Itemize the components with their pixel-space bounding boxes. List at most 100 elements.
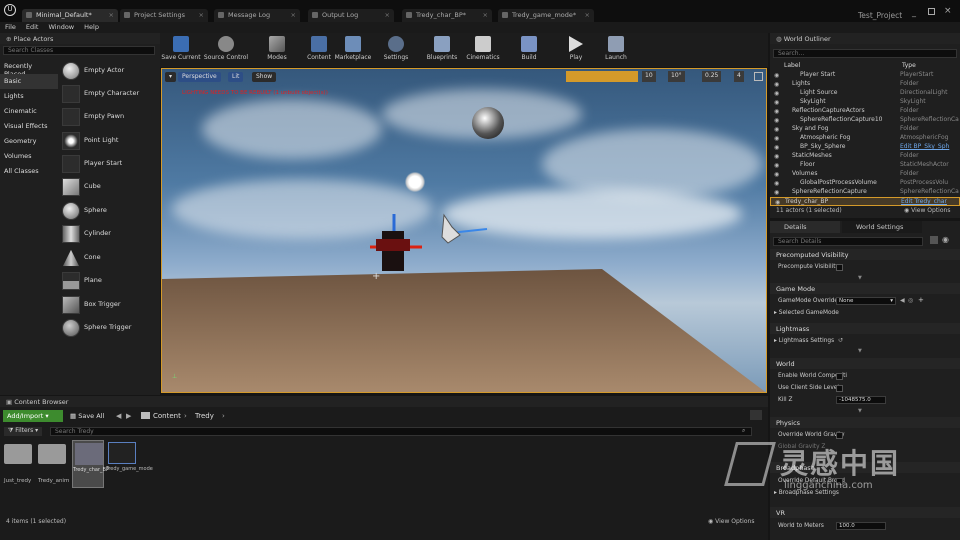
view-options-button[interactable]: ◉ View Options [904,207,950,214]
reset-icon[interactable]: ↺ [838,337,843,344]
category-geometry[interactable]: Geometry [0,134,58,149]
visibility-eye-icon[interactable]: ◉ [774,162,779,169]
tab-project-settings[interactable]: Project Settings × [120,9,208,22]
view-options-button[interactable]: ◉ View Options [708,518,754,525]
expand-arrow-icon[interactable]: ▼ [858,348,862,354]
settings-button[interactable]: Settings [375,35,417,65]
actor-sphere-trigger[interactable]: Sphere Trigger [60,317,158,339]
lightmass-settings-label[interactable]: ▸ Lightmass Settings [774,338,834,344]
visibility-eye-icon[interactable]: ◉ [774,99,779,106]
outliner-row[interactable]: ◉ Player Start PlayerStart [770,71,960,80]
grid-view-icon[interactable] [930,236,938,244]
outliner-row[interactable]: ◉ Atmospheric Fog AtmosphericFog [770,134,960,143]
actor-cylinder[interactable]: Cylinder [60,223,158,245]
asset-folder[interactable]: Just_tredy [4,444,36,486]
scale-snap-value[interactable]: 0.25 [702,71,722,82]
outliner-row[interactable]: ◉ SphereReflectionCapture SphereReflection… [770,188,960,197]
outliner-row[interactable]: ◉ GlobalPostProcessVolume PostProcessVolu [770,179,960,188]
tab-game-mode[interactable]: Tredy_game_mode* × [498,9,594,22]
close-icon[interactable]: × [109,11,114,19]
tab-output-log[interactable]: Output Log × [308,9,394,22]
kill-z-input[interactable]: -1048575.0 [836,396,886,404]
tab-world-settings[interactable]: World Settings [842,221,922,233]
close-icon[interactable]: × [385,11,390,19]
rotation-snap-value[interactable]: 10° [668,71,685,82]
menu-edit[interactable]: Edit [21,22,44,32]
grid-snap-value[interactable]: 10 [642,71,656,82]
column-label-header[interactable]: Label [784,62,800,69]
sky-sphere-icon[interactable] [472,107,504,139]
actor-plane[interactable]: Plane [60,270,158,292]
visibility-eye-icon[interactable]: ◉ [774,126,779,133]
menu-help[interactable]: Help [79,22,104,32]
save-current-button[interactable]: Save Current [160,35,202,65]
visibility-eye-icon[interactable]: ◉ [774,108,779,115]
add-icon[interactable]: + [918,296,924,304]
precompute-visibility-checkbox[interactable] [836,264,843,271]
close-icon[interactable]: × [483,11,488,19]
place-actors-search[interactable]: Search Classes [3,46,155,55]
category-lights[interactable]: Lights [0,89,58,104]
outliner-type[interactable]: Edit BP_Sky_Sph [900,143,949,150]
cinematics-button[interactable]: Cinematics [462,35,504,65]
details-search-input[interactable]: Search Details [773,237,923,246]
actor-empty-actor[interactable]: Empty Actor [60,60,158,82]
reset-arrow-icon[interactable]: ◀ [900,297,905,304]
menu-window[interactable]: Window [43,22,79,32]
visibility-eye-icon[interactable]: ◉ [774,117,779,124]
visibility-eye-icon[interactable]: ◉ [774,135,779,142]
maximize-icon[interactable] [928,8,935,15]
actor-box-trigger[interactable]: Box Trigger [60,294,158,316]
browse-icon[interactable]: ◎ [908,297,913,304]
menu-file[interactable]: File [0,22,21,32]
forward-arrow-icon[interactable]: ▶ [126,412,131,420]
visibility-eye-icon[interactable]: ◉ [774,144,779,151]
section-vr[interactable]: VR [770,507,960,518]
asset-folder[interactable]: Tredy_anim [38,444,72,486]
category-volumes[interactable]: Volumes [0,149,58,164]
visibility-eye-icon[interactable]: ◉ [774,90,779,97]
outliner-row[interactable]: ◉ Lights Folder [770,80,960,89]
outliner-row[interactable]: ◉ Tredy_char_BP Edit Tredy_char [770,197,960,206]
unreal-logo-icon[interactable]: U [4,4,16,16]
actor-player-start[interactable]: Player Start [60,153,158,175]
category-all-classes[interactable]: All Classes [0,164,58,179]
character-gizmo[interactable]: + [352,199,492,289]
visibility-eye-icon[interactable]: ◉ [774,171,779,178]
visibility-eye-icon[interactable]: ◉ [774,180,779,187]
add-import-button[interactable]: Add/Import ▾ [3,410,63,422]
path-picker-icon[interactable] [750,410,762,420]
section-world[interactable]: World [770,358,960,369]
actor-empty-pawn[interactable]: Empty Pawn [60,106,158,128]
outliner-row[interactable]: ◉ ReflectionCaptureActors Folder [770,107,960,116]
gamemode-override-select[interactable]: None ▾ [836,297,896,305]
outliner-row[interactable]: ◉ StaticMeshes Folder [770,152,960,161]
world-to-meters-input[interactable]: 100.0 [836,522,886,530]
outliner-row[interactable]: ◉ Light Source DirectionalLight [770,89,960,98]
camera-speed-value[interactable]: 4 [734,71,744,82]
outliner-row[interactable]: ◉ Floor StaticMeshActor [770,161,960,170]
asset-blueprint-selected[interactable]: Tredy_char_BP [72,440,109,488]
actor-empty-character[interactable]: Empty Character [60,83,158,105]
category-basic[interactable]: Basic [0,74,58,89]
section-lightmass[interactable]: Lightmass [770,323,960,334]
close-icon[interactable]: × [199,11,204,19]
actor-sphere[interactable]: Sphere [60,200,158,222]
source-control-button[interactable]: Source Control [202,35,250,65]
tab-level[interactable]: Minimal_Default* × [22,9,118,22]
level-viewport[interactable]: ▾ Perspective Lit Show LIGHTING NEEDS TO… [161,68,767,393]
directional-light-icon[interactable] [403,170,427,194]
visibility-eye-icon[interactable]: ◉ [774,72,779,79]
content-search-input[interactable]: Search Tredy [50,427,752,436]
section-game-mode[interactable]: Game Mode [770,283,960,294]
outliner-search-input[interactable]: Search... [773,49,957,58]
asset-blueprint[interactable]: Tredy_game_mode [106,440,153,488]
viewport-options-button[interactable]: ▾ [165,72,177,82]
back-arrow-icon[interactable]: ◀ [116,412,121,420]
launch-button[interactable]: Launch [595,35,637,65]
breadcrumb-tredy[interactable]: Tredy [195,412,214,420]
maximize-viewport-icon[interactable] [754,72,763,81]
transform-tools[interactable] [566,71,638,82]
lit-button[interactable]: Lit [228,72,244,82]
build-button[interactable]: Build [508,35,550,65]
